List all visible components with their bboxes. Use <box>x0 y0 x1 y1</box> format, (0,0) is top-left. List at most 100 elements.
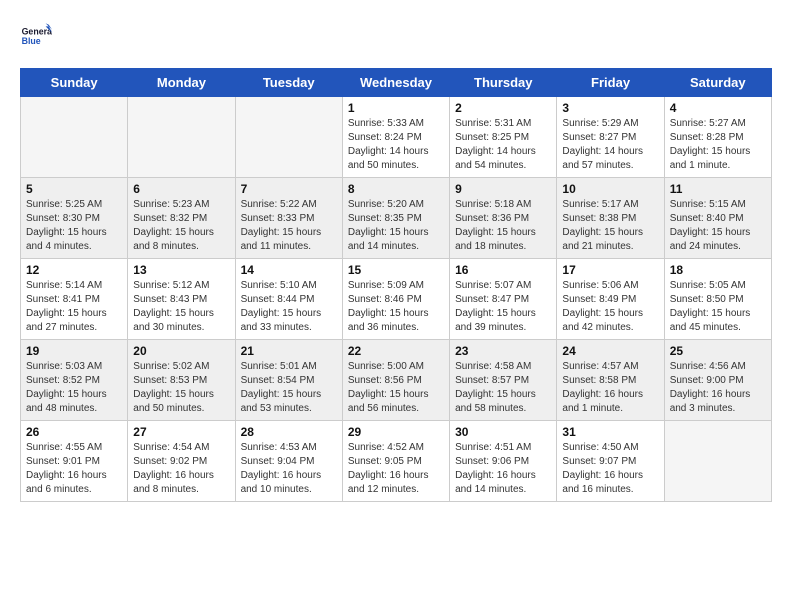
calendar-cell: 9 Sunrise: 5:18 AM Sunset: 8:36 PM Daylig… <box>450 178 557 259</box>
calendar-cell: 4 Sunrise: 5:27 AM Sunset: 8:28 PM Daylig… <box>664 97 771 178</box>
calendar-cell: 30 Sunrise: 4:51 AM Sunset: 9:06 PM Dayli… <box>450 421 557 502</box>
calendar-cell <box>235 97 342 178</box>
calendar-cell: 20 Sunrise: 5:02 AM Sunset: 8:53 PM Dayli… <box>128 340 235 421</box>
day-info: Sunrise: 5:12 AM Sunset: 8:43 PM Dayligh… <box>133 279 229 335</box>
day-number: 18 <box>670 263 766 277</box>
calendar-cell: 27 Sunrise: 4:54 AM Sunset: 9:02 PM Dayli… <box>128 421 235 502</box>
day-number: 21 <box>241 344 337 358</box>
calendar-cell: 17 Sunrise: 5:06 AM Sunset: 8:49 PM Dayli… <box>557 259 664 340</box>
day-number: 24 <box>562 344 658 358</box>
day-info: Sunrise: 5:22 AM Sunset: 8:33 PM Dayligh… <box>241 198 337 254</box>
day-info: Sunrise: 4:52 AM Sunset: 9:05 PM Dayligh… <box>348 441 444 497</box>
calendar-cell: 29 Sunrise: 4:52 AM Sunset: 9:05 PM Dayli… <box>342 421 449 502</box>
day-info: Sunrise: 5:31 AM Sunset: 8:25 PM Dayligh… <box>455 117 551 173</box>
day-number: 29 <box>348 425 444 439</box>
day-number: 22 <box>348 344 444 358</box>
day-number: 27 <box>133 425 229 439</box>
day-number: 25 <box>670 344 766 358</box>
calendar-cell: 7 Sunrise: 5:22 AM Sunset: 8:33 PM Daylig… <box>235 178 342 259</box>
day-number: 20 <box>133 344 229 358</box>
day-info: Sunrise: 5:06 AM Sunset: 8:49 PM Dayligh… <box>562 279 658 335</box>
day-info: Sunrise: 5:10 AM Sunset: 8:44 PM Dayligh… <box>241 279 337 335</box>
day-number: 16 <box>455 263 551 277</box>
day-number: 30 <box>455 425 551 439</box>
calendar-week-row: 19 Sunrise: 5:03 AM Sunset: 8:52 PM Dayli… <box>21 340 772 421</box>
calendar-cell: 5Sunrise: 5:25 AM Sunset: 8:30 PM Daylig… <box>21 178 128 259</box>
day-info: Sunrise: 4:50 AM Sunset: 9:07 PM Dayligh… <box>562 441 658 497</box>
calendar-cell: 24 Sunrise: 4:57 AM Sunset: 8:58 PM Dayli… <box>557 340 664 421</box>
day-header-friday: Friday <box>557 69 664 97</box>
day-info: Sunrise: 5:18 AM Sunset: 8:36 PM Dayligh… <box>455 198 551 254</box>
day-number: 19 <box>26 344 122 358</box>
day-number: 1 <box>348 101 444 115</box>
day-info: Sunrise: 5:02 AM Sunset: 8:53 PM Dayligh… <box>133 360 229 416</box>
calendar-cell: 10Sunrise: 5:17 AM Sunset: 8:38 PM Dayli… <box>557 178 664 259</box>
calendar-cell: 11 Sunrise: 5:15 AM Sunset: 8:40 PM Dayli… <box>664 178 771 259</box>
calendar-cell: 23 Sunrise: 4:58 AM Sunset: 8:57 PM Dayli… <box>450 340 557 421</box>
day-header-tuesday: Tuesday <box>235 69 342 97</box>
day-info: Sunrise: 4:55 AM Sunset: 9:01 PM Dayligh… <box>26 441 122 497</box>
day-number: 15 <box>348 263 444 277</box>
calendar-cell: 21 Sunrise: 5:01 AM Sunset: 8:54 PM Dayli… <box>235 340 342 421</box>
calendar-cell <box>664 421 771 502</box>
day-info: Sunrise: 5:01 AM Sunset: 8:54 PM Dayligh… <box>241 360 337 416</box>
day-info: Sunrise: 5:00 AM Sunset: 8:56 PM Dayligh… <box>348 360 444 416</box>
calendar-cell: 22 Sunrise: 5:00 AM Sunset: 8:56 PM Dayli… <box>342 340 449 421</box>
day-number: 11 <box>670 182 766 196</box>
calendar-week-row: 1 Sunrise: 5:33 AM Sunset: 8:24 PM Daylig… <box>21 97 772 178</box>
day-info: Sunrise: 4:51 AM Sunset: 9:06 PM Dayligh… <box>455 441 551 497</box>
calendar-cell: 31Sunrise: 4:50 AM Sunset: 9:07 PM Dayli… <box>557 421 664 502</box>
day-number: 26 <box>26 425 122 439</box>
calendar-cell: 6 Sunrise: 5:23 AM Sunset: 8:32 PM Daylig… <box>128 178 235 259</box>
day-info: Sunrise: 5:27 AM Sunset: 8:28 PM Dayligh… <box>670 117 766 173</box>
calendar-cell: 16 Sunrise: 5:07 AM Sunset: 8:47 PM Dayli… <box>450 259 557 340</box>
day-number: 12 <box>26 263 122 277</box>
day-info: Sunrise: 5:09 AM Sunset: 8:46 PM Dayligh… <box>348 279 444 335</box>
day-number: 8 <box>348 182 444 196</box>
day-number: 14 <box>241 263 337 277</box>
day-header-wednesday: Wednesday <box>342 69 449 97</box>
calendar-week-row: 5Sunrise: 5:25 AM Sunset: 8:30 PM Daylig… <box>21 178 772 259</box>
day-info: Sunrise: 5:23 AM Sunset: 8:32 PM Dayligh… <box>133 198 229 254</box>
day-info: Sunrise: 5:07 AM Sunset: 8:47 PM Dayligh… <box>455 279 551 335</box>
day-info: Sunrise: 5:14 AM Sunset: 8:41 PM Dayligh… <box>26 279 122 335</box>
calendar-cell: 8Sunrise: 5:20 AM Sunset: 8:35 PM Daylig… <box>342 178 449 259</box>
day-number: 6 <box>133 182 229 196</box>
calendar-week-row: 26 Sunrise: 4:55 AM Sunset: 9:01 PM Dayli… <box>21 421 772 502</box>
day-info: Sunrise: 5:33 AM Sunset: 8:24 PM Dayligh… <box>348 117 444 173</box>
day-number: 5 <box>26 182 122 196</box>
day-info: Sunrise: 4:53 AM Sunset: 9:04 PM Dayligh… <box>241 441 337 497</box>
day-info: Sunrise: 5:03 AM Sunset: 8:52 PM Dayligh… <box>26 360 122 416</box>
day-header-sunday: Sunday <box>21 69 128 97</box>
day-number: 23 <box>455 344 551 358</box>
day-number: 9 <box>455 182 551 196</box>
day-number: 13 <box>133 263 229 277</box>
day-info: Sunrise: 4:58 AM Sunset: 8:57 PM Dayligh… <box>455 360 551 416</box>
day-info: Sunrise: 4:57 AM Sunset: 8:58 PM Dayligh… <box>562 360 658 416</box>
day-number: 7 <box>241 182 337 196</box>
days-header-row: SundayMondayTuesdayWednesdayThursdayFrid… <box>21 69 772 97</box>
calendar-cell: 3Sunrise: 5:29 AM Sunset: 8:27 PM Daylig… <box>557 97 664 178</box>
day-number: 17 <box>562 263 658 277</box>
calendar-table: SundayMondayTuesdayWednesdayThursdayFrid… <box>20 68 772 502</box>
day-header-thursday: Thursday <box>450 69 557 97</box>
calendar-cell: 15 Sunrise: 5:09 AM Sunset: 8:46 PM Dayli… <box>342 259 449 340</box>
svg-text:Blue: Blue <box>22 36 41 46</box>
day-info: Sunrise: 5:29 AM Sunset: 8:27 PM Dayligh… <box>562 117 658 173</box>
day-number: 4 <box>670 101 766 115</box>
calendar-cell: 12 Sunrise: 5:14 AM Sunset: 8:41 PM Dayli… <box>21 259 128 340</box>
calendar-cell: 25Sunrise: 4:56 AM Sunset: 9:00 PM Dayli… <box>664 340 771 421</box>
day-number: 28 <box>241 425 337 439</box>
logo: General Blue <box>20 20 56 52</box>
calendar-cell <box>128 97 235 178</box>
calendar-cell: 18 Sunrise: 5:05 AM Sunset: 8:50 PM Dayli… <box>664 259 771 340</box>
day-info: Sunrise: 5:05 AM Sunset: 8:50 PM Dayligh… <box>670 279 766 335</box>
calendar-week-row: 12 Sunrise: 5:14 AM Sunset: 8:41 PM Dayli… <box>21 259 772 340</box>
calendar-cell: 1 Sunrise: 5:33 AM Sunset: 8:24 PM Daylig… <box>342 97 449 178</box>
page-header: General Blue <box>20 20 772 52</box>
day-number: 2 <box>455 101 551 115</box>
calendar-cell: 26 Sunrise: 4:55 AM Sunset: 9:01 PM Dayli… <box>21 421 128 502</box>
day-header-saturday: Saturday <box>664 69 771 97</box>
day-info: Sunrise: 4:54 AM Sunset: 9:02 PM Dayligh… <box>133 441 229 497</box>
day-info: Sunrise: 5:15 AM Sunset: 8:40 PM Dayligh… <box>670 198 766 254</box>
